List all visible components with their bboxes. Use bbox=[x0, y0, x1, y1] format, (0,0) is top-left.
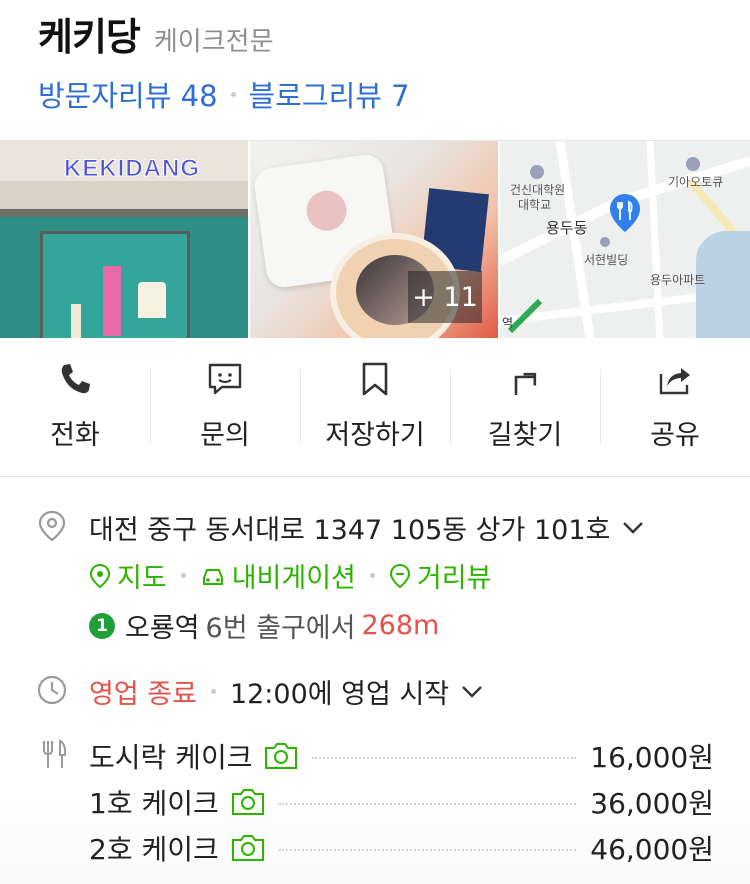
action-bar: 전화 문의 저장하기 길찾기 공유 bbox=[0, 337, 750, 477]
station-name: 오룡역 bbox=[125, 613, 200, 644]
school-poi-icon bbox=[530, 165, 544, 179]
place-header: 케키당 케이크전문 방문자리뷰 48 블로그리뷰 7 bbox=[38, 6, 410, 115]
separator-dot bbox=[369, 573, 375, 578]
car-icon bbox=[202, 568, 223, 585]
visitor-reviews-link[interactable]: 방문자리뷰 48 bbox=[38, 73, 218, 115]
directions-icon bbox=[514, 372, 537, 395]
separator-dot bbox=[230, 91, 236, 97]
garage-poi-icon bbox=[686, 157, 700, 171]
action-label: 저장하기 bbox=[325, 420, 425, 451]
street-view-icon bbox=[389, 563, 410, 588]
map-label: 용두아파트 bbox=[650, 273, 706, 287]
photo-strip: KEKIDANG + 11 건신대학원 대학교 기아오토큐 용두동 서현빌딩 용… bbox=[0, 140, 750, 338]
storefront-photo[interactable]: KEKIDANG bbox=[0, 141, 248, 338]
map-pin-icon bbox=[89, 563, 111, 588]
shop-window bbox=[40, 231, 190, 338]
phone-icon bbox=[61, 364, 90, 394]
separator-dot bbox=[210, 689, 216, 694]
menu-item[interactable]: 도시락 케이크 16,000원 bbox=[89, 736, 714, 776]
menu-item[interactable]: 2호 케이크 46,000원 bbox=[89, 828, 714, 868]
chevron-down-icon bbox=[462, 685, 482, 698]
camera-icon[interactable] bbox=[264, 742, 298, 770]
business-status: 영업 종료 bbox=[89, 679, 197, 710]
station-distance: 268m bbox=[361, 610, 440, 641]
dotted-leader bbox=[278, 803, 577, 805]
map-link[interactable]: 지도 bbox=[117, 556, 167, 595]
chat-icon bbox=[208, 363, 242, 395]
call-button[interactable]: 전화 bbox=[0, 337, 150, 477]
action-label: 전화 bbox=[50, 420, 100, 451]
review-links: 방문자리뷰 48 블로그리뷰 7 bbox=[38, 73, 410, 115]
hours-toggle[interactable]: 영업 종료 12:00에 영업 시작 bbox=[89, 672, 483, 711]
cake-decal bbox=[138, 282, 166, 318]
separator-dot bbox=[180, 573, 186, 578]
candle-decal bbox=[71, 304, 81, 338]
dotted-leader bbox=[312, 757, 577, 759]
action-label: 공유 bbox=[650, 420, 700, 451]
window-decal bbox=[103, 266, 121, 336]
street-view-link[interactable]: 거리뷰 bbox=[417, 556, 492, 595]
dotted-leader bbox=[278, 849, 577, 851]
menu-name: 도시락 케이크 bbox=[89, 741, 253, 774]
inquiry-button[interactable]: 문의 bbox=[150, 337, 300, 477]
place-name: 케키당 bbox=[38, 15, 141, 59]
next-open-time: 12:00에 영업 시작 bbox=[229, 679, 450, 710]
map-label: 대학교 bbox=[518, 198, 552, 212]
map-pin-icon bbox=[610, 194, 640, 232]
navigation-link[interactable]: 내비게이션 bbox=[232, 556, 356, 595]
map-thumbnail[interactable]: 건신대학원 대학교 기아오토큐 용두동 서현빌딩 용두아파트 역 bbox=[500, 141, 750, 338]
subway-line-badge: 1 bbox=[89, 612, 115, 639]
more-photos-badge[interactable]: + 11 bbox=[408, 271, 482, 323]
station-marker: 역 bbox=[502, 316, 514, 330]
cake-photo[interactable]: + 11 bbox=[250, 141, 498, 338]
menu-name: 2호 케이크 bbox=[89, 833, 219, 866]
menu-name: 1호 케이크 bbox=[89, 787, 219, 820]
store-sign: KEKIDANG bbox=[63, 155, 201, 183]
fork-knife-icon bbox=[43, 739, 67, 768]
share-button[interactable]: 공유 bbox=[600, 337, 750, 477]
blog-reviews-link[interactable]: 블로그리뷰 7 bbox=[249, 73, 410, 115]
location-pin-icon bbox=[38, 510, 66, 542]
address-toggle[interactable]: 대전 중구 동서대로 1347 105동 상가 101호 bbox=[89, 508, 644, 547]
menu-price: 36,000원 bbox=[590, 787, 714, 820]
subway-info: 1 오룡역 6번 출구에서 268m bbox=[89, 606, 439, 645]
action-label: 문의 bbox=[200, 420, 250, 451]
chevron-down-icon bbox=[623, 521, 644, 534]
map-label: 기아오토큐 bbox=[668, 175, 724, 189]
menu-item[interactable]: 1호 케이크 36,000원 bbox=[89, 782, 714, 822]
place-category: 케이크전문 bbox=[153, 27, 274, 57]
save-button[interactable]: 저장하기 bbox=[300, 337, 450, 477]
map-label: 서현빌딩 bbox=[584, 253, 629, 267]
place-info-section: 대전 중구 동서대로 1347 105동 상가 101호 지도 내비게이션 거리… bbox=[0, 478, 750, 884]
place-summary-card: 케키당 케이크전문 방문자리뷰 48 블로그리뷰 7 KEKIDANG + 11 bbox=[0, 0, 750, 477]
address-text: 대전 중구 동서대로 1347 105동 상가 101호 bbox=[89, 515, 611, 546]
map-links: 지도 내비게이션 거리뷰 bbox=[89, 556, 491, 595]
action-label: 길찾기 bbox=[487, 420, 563, 451]
map-label: 용두동 bbox=[546, 219, 588, 237]
building-poi-icon bbox=[600, 237, 610, 247]
station-exit: 6번 출구에서 bbox=[205, 613, 356, 644]
bookmark-icon bbox=[362, 362, 388, 396]
box-logo bbox=[303, 188, 350, 234]
camera-icon[interactable] bbox=[231, 788, 265, 816]
share-icon bbox=[659, 368, 690, 395]
camera-icon[interactable] bbox=[231, 834, 265, 862]
menu-price: 46,000원 bbox=[590, 833, 714, 866]
clock-icon bbox=[37, 675, 67, 705]
directions-button[interactable]: 길찾기 bbox=[450, 337, 600, 477]
menu-price: 16,000원 bbox=[590, 741, 714, 774]
